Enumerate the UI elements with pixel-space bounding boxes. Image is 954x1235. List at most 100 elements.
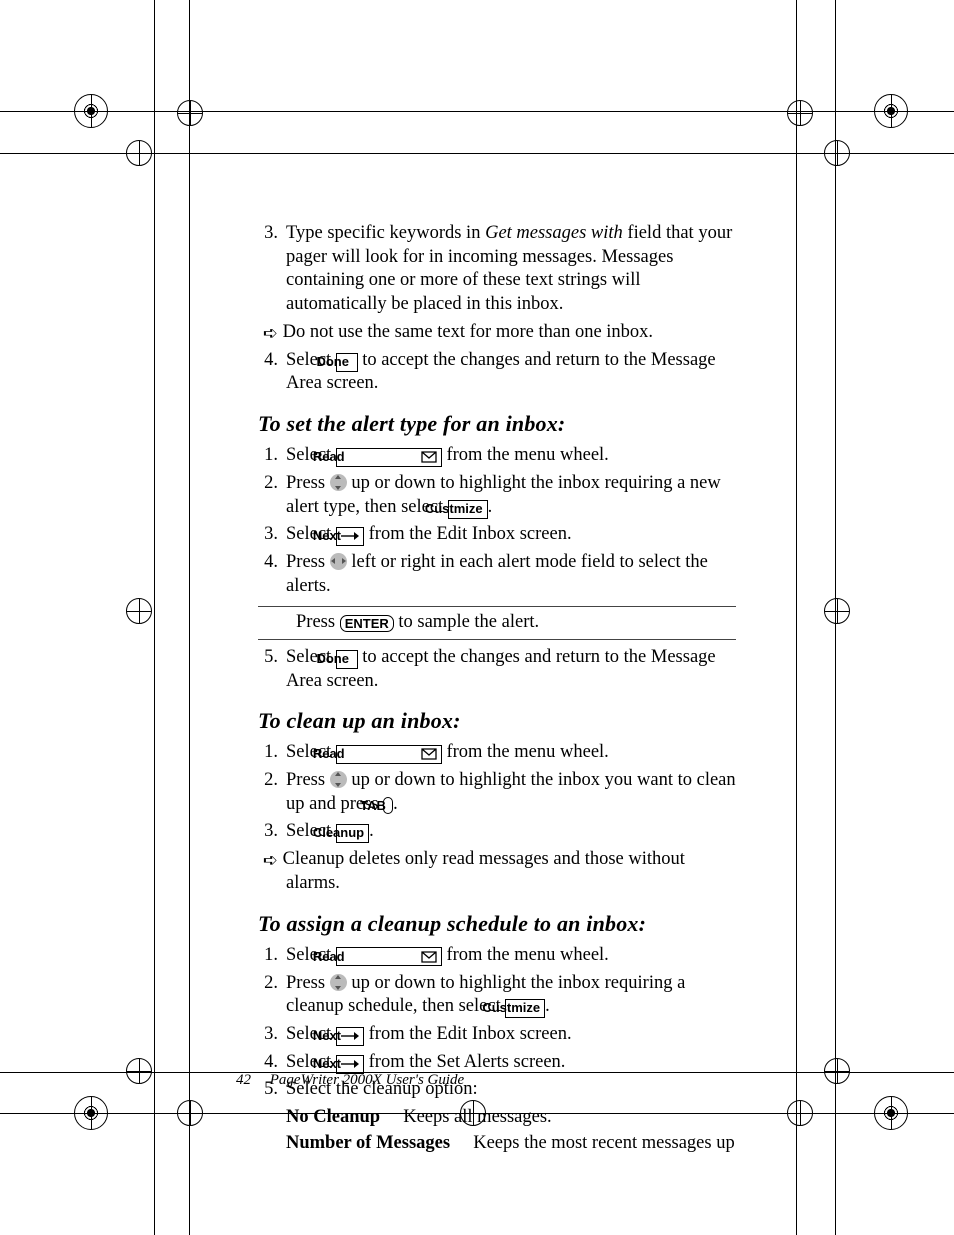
- registration-mark-icon: [74, 94, 108, 128]
- step-text: left or right in each alert mode field t…: [286, 552, 708, 596]
- dpad-up-down-icon: [330, 974, 347, 991]
- step-number: 1.: [258, 741, 278, 765]
- registration-mark-icon: [126, 1058, 152, 1084]
- step-text: .: [545, 996, 550, 1016]
- registration-mark-icon: [126, 598, 152, 624]
- tab-key-graphic: TAB: [383, 797, 393, 814]
- note-text: Cleanup deletes only read messages and t…: [283, 849, 685, 893]
- registration-mark-icon: [177, 100, 203, 126]
- instruction-step: 3.Select Next from the Edit Inbox screen…: [258, 523, 736, 547]
- instruction-step: 2. Press up or down to highlight the inbo…: [258, 472, 736, 519]
- instruction-step: 1.Select Read from the menu wheel.: [258, 944, 736, 968]
- next-button-graphic: Next: [336, 1055, 364, 1074]
- pointer-icon: ➪: [258, 849, 278, 872]
- instruction-step: 3. Type specific keywords in Get messages…: [258, 222, 736, 317]
- step-number: 2.: [258, 472, 278, 496]
- read-button-graphic: Read: [336, 745, 442, 764]
- arrow-right-icon: [341, 1032, 359, 1040]
- envelope-icon: [421, 748, 437, 760]
- instruction-step: 2.Press up or down to highlight the inbo…: [258, 972, 736, 1019]
- step-text: .: [393, 794, 398, 814]
- read-button-graphic: Read: [336, 448, 442, 467]
- enter-key-graphic: ENTER: [340, 615, 394, 632]
- page-content: 3. Type specific keywords in Get messages…: [258, 218, 736, 1157]
- cleanup-button-graphic: Cleanup: [336, 824, 369, 843]
- page-footer: 42 PageWriter 2000X User's Guide: [236, 1072, 464, 1089]
- step-number: 3.: [258, 1023, 278, 1047]
- dpad-up-down-icon: [330, 771, 347, 788]
- step-number: 1.: [258, 944, 278, 968]
- step-number: 4.: [258, 1051, 278, 1075]
- step-number: 3.: [258, 523, 278, 547]
- done-button-graphic: Done: [336, 353, 358, 372]
- option-description: Keeps the most recent messages up: [473, 1133, 735, 1153]
- instruction-step: 1.Select Read from the menu wheel.: [258, 741, 736, 765]
- instruction-step: 4. Press left or right in each alert mode…: [258, 551, 736, 598]
- arrow-right-icon: [341, 532, 359, 540]
- registration-mark-icon: [824, 1058, 850, 1084]
- read-button-graphic: Read: [336, 947, 442, 966]
- step-text: from the menu wheel.: [446, 445, 608, 465]
- customize-button-graphic: Custmize: [448, 500, 488, 519]
- instruction-step: 4.Select Next from the Set Alerts screen…: [258, 1051, 736, 1075]
- section-heading: To clean up an inbox:: [258, 707, 736, 735]
- document-page: 3. Type specific keywords in Get messages…: [0, 0, 954, 1235]
- step-number: 4.: [258, 551, 278, 575]
- pointer-icon: ➪: [258, 322, 278, 345]
- option-label: No Cleanup: [286, 1107, 380, 1127]
- step-number: 2.: [258, 972, 278, 996]
- instruction-step: 2.Press up or down to highlight the inbo…: [258, 769, 736, 816]
- step-text: .: [488, 497, 493, 517]
- page-number: 42: [236, 1072, 251, 1088]
- step-number: 2.: [258, 769, 278, 793]
- registration-mark-icon: [874, 94, 908, 128]
- note-line: ➪ Cleanup deletes only read messages and…: [258, 848, 736, 896]
- next-button-graphic: Next: [336, 1027, 364, 1046]
- note-text: Do not use the same text for more than o…: [283, 322, 653, 342]
- registration-mark-icon: [787, 1100, 813, 1126]
- step-number: 3.: [258, 222, 278, 246]
- step-text: Press: [286, 770, 330, 790]
- dpad-up-down-icon: [330, 474, 347, 491]
- tip-callout: Press ENTER to sample the alert.: [258, 606, 736, 640]
- tip-text: Press: [296, 612, 340, 632]
- step-text: Press: [286, 552, 330, 572]
- step-text: Type specific keywords in: [286, 223, 485, 243]
- step-text: Press: [286, 973, 330, 993]
- step-text: Press: [286, 473, 330, 493]
- registration-mark-icon: [74, 1096, 108, 1130]
- field-name: Get messages with: [485, 223, 623, 243]
- section-heading: To assign a cleanup schedule to an inbox…: [258, 910, 736, 938]
- document-title: PageWriter 2000X User's Guide: [270, 1072, 464, 1088]
- envelope-icon: [421, 451, 437, 463]
- step-number: 4.: [258, 349, 278, 373]
- section-heading: To set the alert type for an inbox:: [258, 410, 736, 438]
- step-number: 1.: [258, 444, 278, 468]
- instruction-step: 1.Select Read from the menu wheel.: [258, 444, 736, 468]
- step-text: from the Edit Inbox screen.: [369, 1024, 572, 1044]
- step-text: from the Edit Inbox screen.: [369, 524, 572, 544]
- registration-mark-icon: [874, 1096, 908, 1130]
- note-line: ➪ Do not use the same text for more than…: [258, 321, 736, 345]
- crop-mark: [154, 0, 155, 1235]
- registration-mark-icon: [824, 140, 850, 166]
- done-button-graphic: Done: [336, 650, 358, 669]
- instruction-step: 4.Select Done to accept the changes and …: [258, 349, 736, 396]
- option-line: No Cleanup Keeps all messages.: [258, 1106, 736, 1130]
- step-text: .: [369, 821, 374, 841]
- customize-button-graphic: Custmize: [505, 999, 545, 1018]
- next-button-graphic: Next: [336, 527, 364, 546]
- registration-mark-icon: [787, 100, 813, 126]
- crop-mark: [189, 0, 190, 1235]
- step-text: from the Set Alerts screen.: [369, 1052, 566, 1072]
- option-description: Keeps all messages.: [403, 1107, 551, 1127]
- step-text: up or down to highlight the inbox requir…: [286, 473, 721, 517]
- tip-text: to sample the alert.: [398, 612, 539, 632]
- dpad-left-right-icon: [330, 553, 347, 570]
- step-number: 3.: [258, 820, 278, 844]
- option-label: Number of Messages: [286, 1133, 450, 1153]
- step-text: from the menu wheel.: [446, 945, 608, 965]
- arrow-right-icon: [341, 1060, 359, 1068]
- registration-mark-icon: [126, 140, 152, 166]
- instruction-step: 3.Select Cleanup.: [258, 820, 736, 844]
